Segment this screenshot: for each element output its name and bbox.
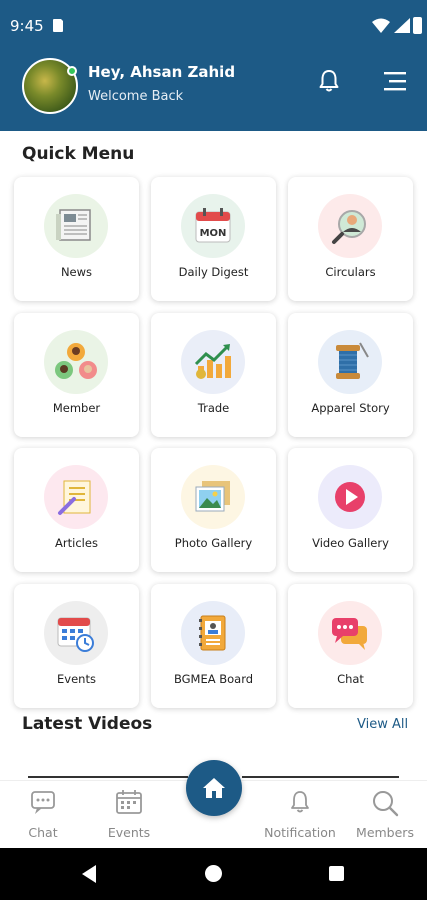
quick-menu-daily-digest[interactable]: MON Daily Digest [151, 177, 276, 301]
quick-menu-label: News [60, 265, 93, 279]
quick-menu-label: Video Gallery [312, 536, 389, 550]
nav-members-label: Members [356, 825, 414, 840]
quick-menu-title: Quick Menu [22, 144, 135, 164]
nav-chat-label: Chat [28, 825, 58, 840]
quick-menu-label: Photo Gallery [174, 536, 253, 550]
search-icon [373, 791, 399, 817]
quick-menu-photo-gallery[interactable]: Photo Gallery [151, 448, 276, 572]
video-carousel-edge [28, 776, 188, 778]
chat-icon [31, 791, 55, 814]
quick-menu-trade[interactable]: Trade [151, 313, 276, 437]
newspaper-icon [44, 194, 108, 258]
nav-chat[interactable]: Chat [14, 781, 72, 849]
quick-menu-member[interactable]: Member [14, 313, 139, 437]
quick-menu-label: Events [57, 672, 96, 686]
quick-menu-label: BGMEA Board [173, 672, 254, 686]
quick-menu-label: Member [52, 401, 101, 415]
online-status-dot [67, 66, 77, 76]
system-navigation-bar [0, 848, 427, 900]
quick-menu-events[interactable]: Events [14, 584, 139, 708]
nav-notification[interactable]: Notification [260, 781, 340, 849]
home-icon [203, 778, 225, 798]
wifi-icon [372, 18, 390, 33]
sim-card-icon [53, 18, 64, 32]
nav-members[interactable]: Members [352, 781, 418, 849]
home-circle-icon[interactable] [205, 865, 222, 882]
battery-icon [413, 17, 422, 34]
quick-menu-circulars[interactable]: Circulars [288, 177, 413, 301]
person-search-icon [318, 194, 382, 258]
nav-events-label: Events [107, 825, 151, 840]
svg-text:MON: MON [200, 228, 227, 239]
status-time: 9:45 [10, 17, 44, 35]
quick-menu-apparel-story[interactable]: Apparel Story [288, 313, 413, 437]
quick-menu-label: Daily Digest [178, 265, 249, 279]
quick-menu-news[interactable]: News [14, 177, 139, 301]
board-book-icon [181, 601, 245, 665]
thread-spool-icon [318, 330, 382, 394]
quick-menu-articles[interactable]: Articles [14, 448, 139, 572]
home-button[interactable] [186, 760, 242, 816]
quick-menu-label: Circulars [325, 265, 376, 279]
chat-bubbles-icon [318, 601, 382, 665]
quick-menu-chat[interactable]: Chat [288, 584, 413, 708]
quick-menu-label: Articles [55, 536, 98, 550]
quick-menu-label: Trade [197, 401, 230, 415]
calendar-mon-icon: MON [181, 194, 245, 258]
welcome-text: Welcome Back [88, 89, 184, 104]
latest-videos-title: Latest Videos [22, 714, 153, 734]
quick-menu-video-gallery[interactable]: Video Gallery [288, 448, 413, 572]
user-greeting: Hey, Ahsan Zahid [88, 63, 236, 81]
signal-icon [394, 18, 410, 33]
photo-gallery-icon [181, 465, 245, 529]
article-pen-icon [44, 465, 108, 529]
bell-icon [291, 791, 309, 813]
nav-events[interactable]: Events [100, 781, 158, 849]
trade-chart-icon [181, 330, 245, 394]
view-all-link[interactable]: View All [357, 717, 408, 732]
menu-icon[interactable] [382, 68, 408, 94]
play-video-icon [318, 465, 382, 529]
calendar-icon [116, 790, 142, 814]
quick-menu-label: Apparel Story [311, 401, 390, 415]
quick-menu-bgmea-board[interactable]: BGMEA Board [151, 584, 276, 708]
video-carousel-edge [242, 776, 399, 778]
bell-icon[interactable] [316, 68, 342, 94]
app-header: 9:45 Hey, Ahsan Zahid Welcome Back [0, 0, 427, 131]
status-bar: 9:45 [0, 0, 427, 56]
nav-notification-label: Notification [264, 825, 336, 840]
quick-menu-label: Chat [337, 672, 364, 686]
back-icon[interactable] [80, 864, 98, 884]
members-group-icon [44, 330, 108, 394]
event-calendar-icon [44, 601, 108, 665]
recent-apps-icon[interactable] [329, 866, 344, 881]
